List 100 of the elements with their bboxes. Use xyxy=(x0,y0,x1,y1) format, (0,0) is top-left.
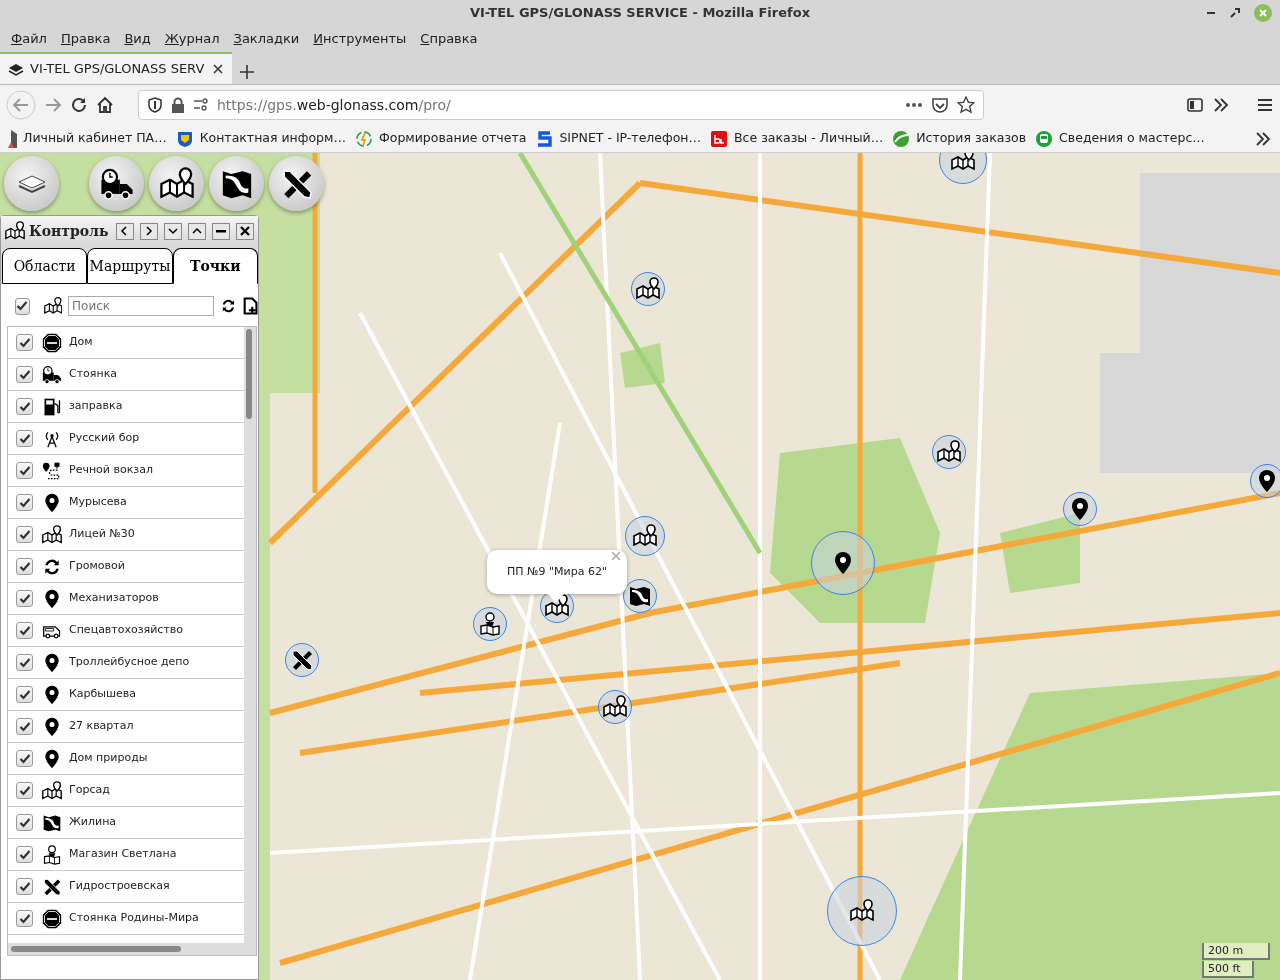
add-page-icon[interactable] xyxy=(242,295,258,317)
menu-icon[interactable] xyxy=(1256,96,1274,114)
permissions-icon[interactable] xyxy=(193,98,209,112)
list-item[interactable]: Механизаторов xyxy=(8,583,244,615)
maximize-icon[interactable] xyxy=(1230,8,1240,18)
address-bar[interactable]: https://gps.web-glonass.com/pro/ xyxy=(138,90,984,120)
checkbox[interactable] xyxy=(15,297,30,315)
checkbox[interactable] xyxy=(16,494,33,511)
checkbox[interactable] xyxy=(16,782,33,799)
panel-tab[interactable]: Маршруты xyxy=(87,248,173,284)
checkbox[interactable] xyxy=(16,558,33,575)
checkbox[interactable] xyxy=(16,686,33,703)
bookmark-link[interactable]: Сведения о мастерс… xyxy=(1035,129,1205,148)
checkbox[interactable] xyxy=(16,910,33,927)
checkbox[interactable] xyxy=(16,654,33,671)
plus-icon[interactable] xyxy=(238,63,255,80)
list-item[interactable]: Речной вокзал xyxy=(8,455,244,487)
expand-button[interactable] xyxy=(188,222,206,240)
menu-item[interactable]: Журнал xyxy=(157,29,227,49)
minimize-button[interactable] xyxy=(212,222,230,240)
bookmark-link[interactable]: История заказов xyxy=(892,129,1027,148)
checkbox[interactable] xyxy=(16,590,33,607)
list-item[interactable]: Горсад xyxy=(8,775,244,807)
checkbox[interactable] xyxy=(16,334,33,351)
checkbox[interactable] xyxy=(16,718,33,735)
bookmark-link[interactable]: Формирование отчета xyxy=(354,129,527,148)
home-icon[interactable] xyxy=(96,96,114,114)
chevrons-icon[interactable] xyxy=(1254,129,1272,148)
checkbox[interactable] xyxy=(16,366,33,383)
more-icon[interactable] xyxy=(905,102,923,108)
checkbox[interactable] xyxy=(16,526,33,543)
checkbox[interactable] xyxy=(16,622,33,639)
list-item[interactable]: Мурысева xyxy=(8,487,244,519)
shield-icon[interactable] xyxy=(147,97,163,113)
checkbox[interactable] xyxy=(16,750,33,767)
list-item[interactable]: Гидростроевская xyxy=(8,871,244,903)
checkbox[interactable] xyxy=(16,430,33,447)
map-marker[interactable] xyxy=(1250,464,1280,498)
search-field[interactable]: Поиск xyxy=(68,296,215,316)
close-icon[interactable] xyxy=(212,63,224,75)
chevrons-icon[interactable] xyxy=(1212,96,1230,114)
list-item[interactable]: Карбышева xyxy=(8,679,244,711)
list-item[interactable]: Спецавтохозяйство xyxy=(8,615,244,647)
bookmark-link[interactable]: Контактная информ… xyxy=(175,129,346,148)
checkbox[interactable] xyxy=(16,398,33,415)
list-item[interactable]: 27 квартал xyxy=(8,711,244,743)
menu-item[interactable]: Закладки xyxy=(226,29,307,49)
item-label: Спецавтохозяйство xyxy=(69,622,183,639)
menu-item[interactable]: Правка xyxy=(53,29,118,49)
list-item[interactable]: Стоянка xyxy=(8,359,244,391)
map-pin-icon xyxy=(42,652,62,673)
map-marker[interactable] xyxy=(285,643,319,677)
checkbox[interactable] xyxy=(16,846,33,863)
map-marker[interactable] xyxy=(1063,492,1097,526)
lock-icon[interactable] xyxy=(171,97,185,113)
list-item[interactable]: Дом природы xyxy=(8,743,244,775)
map-pin-icon xyxy=(42,588,62,609)
list-item[interactable]: Жилина xyxy=(8,807,244,839)
sidebar-icon[interactable] xyxy=(1186,96,1204,114)
map-marker[interactable] xyxy=(473,607,507,641)
menu-item[interactable]: Справка xyxy=(413,29,485,49)
list-item[interactable]: Троллейбусное депо xyxy=(8,647,244,679)
folded-map-icon xyxy=(850,899,874,923)
map-marker[interactable] xyxy=(932,435,966,469)
list-item[interactable]: Громовой xyxy=(8,551,244,583)
panel-tab[interactable]: Точки xyxy=(172,248,258,284)
bookmark-link[interactable]: SIPNET - IP-телефон… xyxy=(535,129,701,148)
menu-item[interactable]: Инструменты xyxy=(306,29,414,49)
list-item[interactable]: заправка xyxy=(8,391,244,423)
bookmark-link[interactable]: Все заказы - Личный… xyxy=(710,129,884,148)
map-marker[interactable] xyxy=(625,516,665,556)
list-item[interactable]: Лицей №30 xyxy=(8,519,244,551)
map-marker[interactable] xyxy=(623,579,657,613)
list-item[interactable]: Стоянка Родины-Мира xyxy=(8,903,244,935)
bookmark-link[interactable]: Личный кабинет ПА… xyxy=(8,129,167,148)
next-button[interactable] xyxy=(140,222,158,240)
list-item[interactable]: Русский бор xyxy=(8,423,244,455)
star-icon[interactable] xyxy=(957,96,975,114)
close-button[interactable] xyxy=(236,222,254,240)
vertical-scrollbar[interactable] xyxy=(244,327,256,943)
previous-button[interactable] xyxy=(116,222,134,240)
browser-tab[interactable]: VI-TEL GPS/GLONASS SERV xyxy=(0,52,232,84)
horizontal-scrollbar[interactable] xyxy=(8,943,256,955)
checkbox[interactable] xyxy=(16,814,33,831)
menu-item[interactable]: Файл xyxy=(4,29,54,49)
reload-icon[interactable] xyxy=(70,96,88,114)
collapse-button[interactable] xyxy=(164,222,182,240)
list-item[interactable]: Магазин Светлана xyxy=(8,839,244,871)
forward-arrow-icon[interactable] xyxy=(44,96,62,114)
checkbox[interactable] xyxy=(16,462,33,479)
checkbox[interactable] xyxy=(16,878,33,895)
pocket-icon[interactable] xyxy=(931,96,949,114)
panel-tab[interactable]: Области xyxy=(2,248,88,284)
menu-item[interactable]: Вид xyxy=(117,29,158,49)
item-label: Механизаторов xyxy=(69,590,159,607)
list-item[interactable]: Дом xyxy=(8,327,244,359)
map-marker[interactable] xyxy=(631,272,665,306)
popup-text: ПП №9 "Мира 62" xyxy=(507,563,607,580)
map-marker[interactable] xyxy=(598,690,632,724)
map-pin-icon xyxy=(42,716,62,737)
